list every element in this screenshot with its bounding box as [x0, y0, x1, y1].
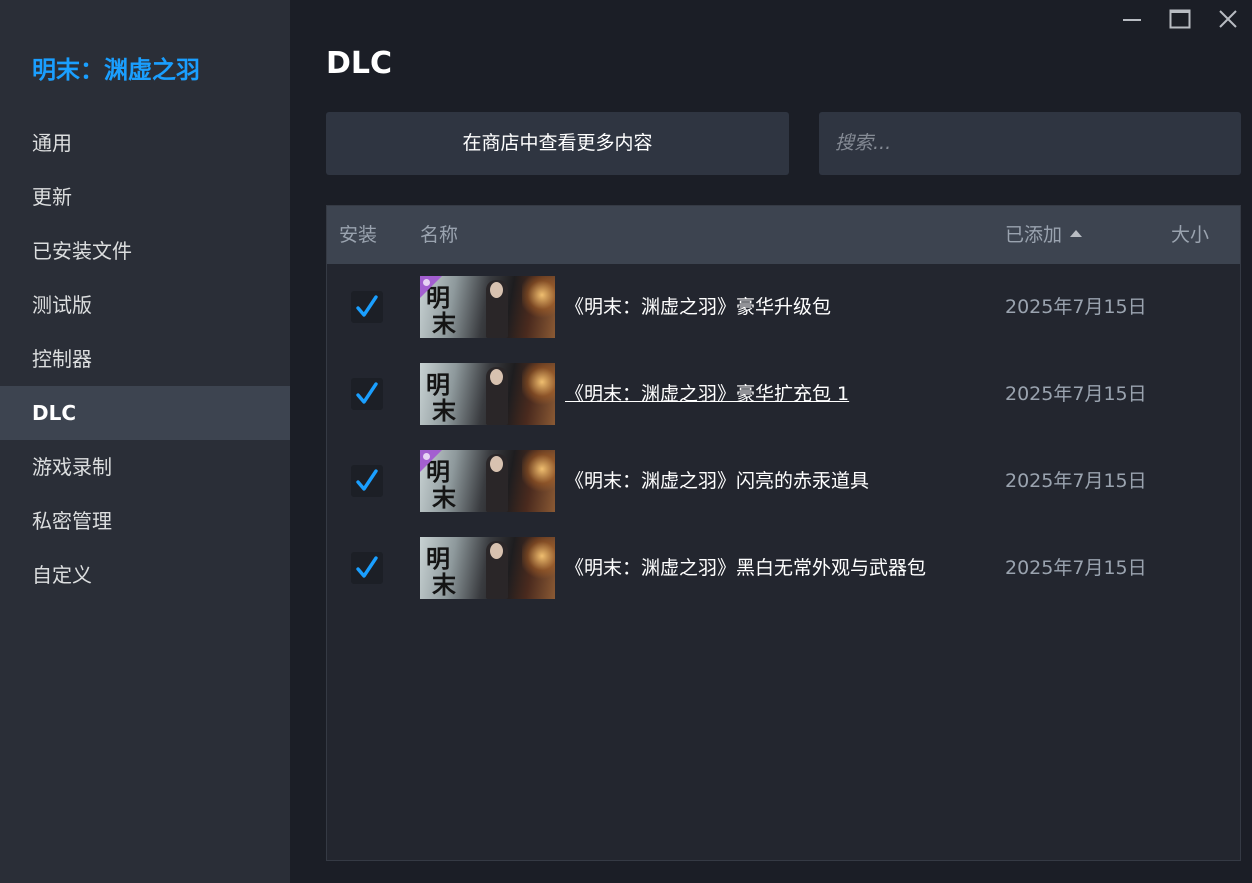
sidebar-item-privacy[interactable]: 私密管理 — [0, 494, 290, 548]
dlc-added-date: 2025年7月15日 — [1005, 296, 1147, 318]
search-input[interactable]: 搜索... — [819, 112, 1241, 175]
dlc-thumbnail: 明 末 — [420, 276, 555, 338]
fire-glow — [522, 363, 555, 407]
logo-glyph: 末 — [432, 309, 456, 338]
dlc-name[interactable]: 《明末：渊虚之羽》豪华升级包 — [565, 264, 831, 351]
sidebar-item-customization[interactable]: 自定义 — [0, 548, 290, 602]
badge-dot — [423, 279, 430, 286]
sidebar-item-dlc[interactable]: DLC — [0, 386, 290, 440]
main-panel: DLC 在商店中查看更多内容 搜索... 安装 名称 已添加 大小 明 末 《明… — [290, 0, 1252, 883]
sidebar-item-updates[interactable]: 更新 — [0, 170, 290, 224]
checkmark-icon — [356, 556, 378, 578]
dlc-added-date: 2025年7月15日 — [1005, 383, 1147, 405]
page-title: DLC — [326, 46, 393, 81]
game-title: 明末：渊虚之羽 — [32, 56, 200, 84]
dlc-name[interactable]: 《明末：渊虚之羽》闪亮的赤汞道具 — [565, 438, 869, 525]
badge-dot — [423, 453, 430, 460]
dlc-name[interactable]: 《明末：渊虚之羽》黑白无常外观与武器包 — [565, 525, 926, 612]
column-header-size[interactable]: 大小 — [1171, 206, 1209, 264]
dlc-thumbnail: 明 末 — [420, 363, 555, 425]
settings-nav: 通用 更新 已安装文件 测试版 控制器 DLC 游戏录制 私密管理 自定义 — [0, 116, 290, 602]
character-face — [490, 369, 503, 385]
view-more-in-store-button[interactable]: 在商店中查看更多内容 — [326, 112, 789, 175]
column-header-added[interactable]: 已添加 — [1005, 206, 1083, 264]
install-checkbox[interactable] — [351, 552, 383, 584]
minimize-icon — [1123, 19, 1141, 21]
dlc-thumbnail: 明 末 — [420, 537, 555, 599]
logo-glyph: 末 — [432, 483, 456, 512]
checkmark-icon — [356, 382, 378, 404]
table-row: 明 末 《明末：渊虚之羽》豪华扩充包 1 2025年7月15日 — [327, 351, 1240, 438]
fire-glow — [522, 450, 555, 494]
minimize-button[interactable] — [1108, 0, 1156, 38]
sidebar-item-game-recording[interactable]: 游戏录制 — [0, 440, 290, 494]
dlc-added-date: 2025年7月15日 — [1005, 470, 1147, 492]
maximize-button[interactable] — [1156, 0, 1204, 38]
close-icon — [1219, 10, 1237, 28]
sidebar-item-controller[interactable]: 控制器 — [0, 332, 290, 386]
logo-glyph: 明 — [426, 370, 450, 399]
install-checkbox[interactable] — [351, 291, 383, 323]
character-face — [490, 543, 503, 559]
table-row: 明 末 《明末：渊虚之羽》豪华升级包 2025年7月15日 — [327, 264, 1240, 351]
dlc-name[interactable]: 《明末：渊虚之羽》豪华扩充包 1 — [565, 351, 849, 438]
character-face — [490, 456, 503, 472]
sidebar-item-installed-files[interactable]: 已安装文件 — [0, 224, 290, 278]
column-header-install[interactable]: 安装 — [339, 206, 377, 264]
install-checkbox[interactable] — [351, 378, 383, 410]
window-controls — [1108, 0, 1252, 40]
fire-glow — [522, 537, 555, 581]
sidebar-item-betas[interactable]: 测试版 — [0, 278, 290, 332]
sidebar-item-general[interactable]: 通用 — [0, 116, 290, 170]
dlc-added-date: 2025年7月15日 — [1005, 557, 1147, 579]
table-row: 明 末 《明末：渊虚之羽》黑白无常外观与武器包 2025年7月15日 — [327, 525, 1240, 612]
logo-glyph: 明 — [426, 544, 450, 573]
logo-glyph: 末 — [432, 570, 456, 599]
maximize-icon — [1169, 9, 1191, 29]
dlc-thumbnail: 明 末 — [420, 450, 555, 512]
close-button[interactable] — [1204, 0, 1252, 38]
fire-glow — [522, 276, 555, 320]
column-header-added-label: 已添加 — [1005, 224, 1063, 246]
sidebar: 明末：渊虚之羽 通用 更新 已安装文件 测试版 控制器 DLC 游戏录制 私密管… — [0, 0, 290, 883]
dlc-table: 安装 名称 已添加 大小 明 末 《明末：渊虚之羽》豪华升级包 2025年7月1… — [326, 205, 1241, 861]
checkmark-icon — [356, 469, 378, 491]
logo-glyph: 末 — [432, 396, 456, 425]
sort-ascending-icon — [1070, 230, 1083, 237]
table-row: 明 末 《明末：渊虚之羽》闪亮的赤汞道具 2025年7月15日 — [327, 438, 1240, 525]
checkmark-icon — [356, 295, 378, 317]
install-checkbox[interactable] — [351, 465, 383, 497]
character-face — [490, 282, 503, 298]
table-header: 安装 名称 已添加 大小 — [327, 206, 1240, 264]
column-header-name[interactable]: 名称 — [420, 206, 458, 264]
